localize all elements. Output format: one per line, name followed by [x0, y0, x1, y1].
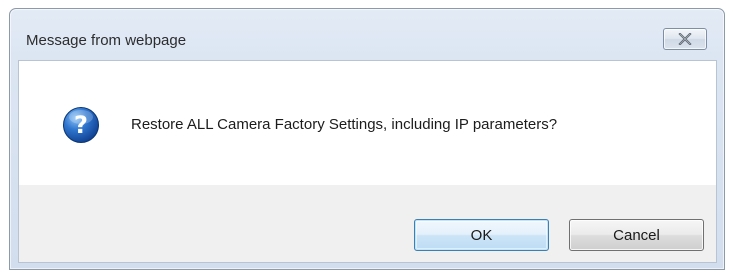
dialog-content: ? Restore ALL Camera Factory Settings, i…	[18, 60, 717, 185]
message-dialog: Message from webpage ? Restore ALL Camer…	[9, 8, 725, 270]
dialog-title-bar[interactable]: Message from webpage	[10, 9, 724, 61]
close-icon	[664, 29, 706, 49]
question-icon: ?	[62, 106, 100, 144]
ok-button[interactable]: OK	[414, 219, 549, 251]
dialog-title: Message from webpage	[26, 32, 187, 49]
cancel-button[interactable]: Cancel	[569, 219, 704, 251]
dialog-message: Restore ALL Camera Factory Settings, inc…	[131, 116, 558, 133]
close-button[interactable]	[663, 28, 707, 50]
dialog-button-area: OK Cancel	[18, 185, 717, 263]
svg-text:?: ?	[74, 111, 88, 139]
